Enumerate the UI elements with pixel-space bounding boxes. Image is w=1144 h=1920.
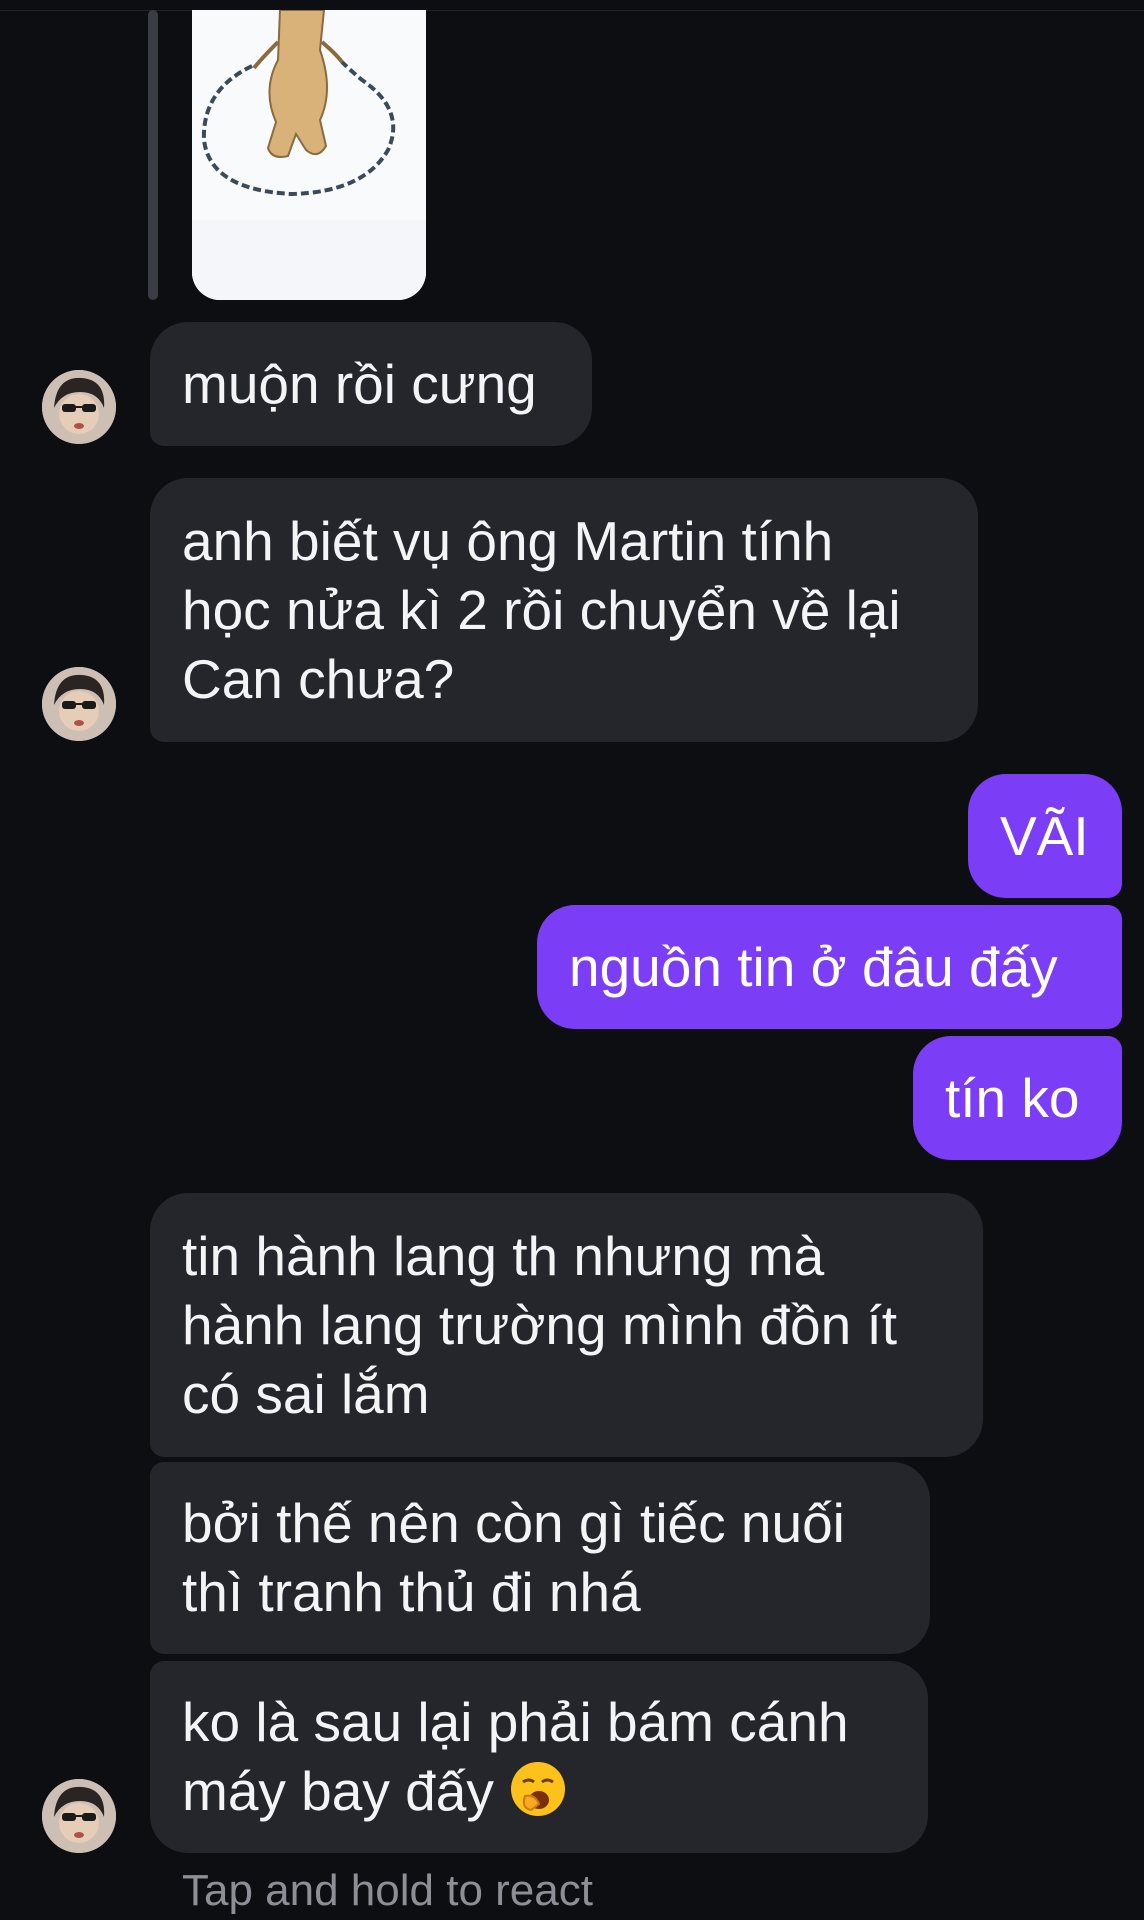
contact-avatar[interactable] bbox=[42, 1779, 116, 1853]
contact-avatar[interactable] bbox=[42, 667, 116, 741]
message-text: muộn rồi cưng bbox=[182, 352, 537, 415]
top-divider bbox=[0, 0, 1144, 11]
message-bubble-incoming[interactable]: bởi thế nên còn gì tiếc nuối thì tranh t… bbox=[150, 1462, 930, 1654]
message-bubble-incoming[interactable]: anh biết vụ ông Martin tính học nửa kì 2… bbox=[150, 478, 978, 742]
message-bubble-outgoing[interactable]: VÃI bbox=[968, 774, 1122, 898]
message-text-line: máy bay đấy bbox=[182, 1760, 494, 1822]
message-bubble-outgoing[interactable]: tín ko bbox=[913, 1036, 1122, 1160]
avatar-icon bbox=[42, 1779, 116, 1853]
contact-avatar[interactable] bbox=[42, 370, 116, 444]
message-text-line: bởi thế nên còn gì tiếc nuối bbox=[182, 1492, 845, 1554]
avatar-icon bbox=[42, 667, 116, 741]
message-text-line: có sai lắm bbox=[182, 1362, 430, 1425]
message-text: VÃI bbox=[1000, 804, 1089, 867]
message-text-line: học nửa kì 2 rồi chuyển về lại bbox=[182, 578, 901, 641]
yawning-face-emoji-icon bbox=[511, 1762, 566, 1816]
message-text-line: anh biết vụ ông Martin tính bbox=[182, 509, 834, 572]
message-text-line: ko là sau lại phải bám cánh bbox=[182, 1691, 849, 1753]
message-bubble-incoming[interactable]: muộn rồi cưng bbox=[150, 322, 592, 446]
message-bubble-incoming[interactable]: tin hành lang th nhưng mà hành lang trườ… bbox=[150, 1193, 983, 1457]
avatar-icon bbox=[42, 370, 116, 444]
message-text-line: Can chưa? bbox=[182, 647, 455, 710]
reply-indicator-line bbox=[148, 10, 158, 300]
message-bubble-incoming[interactable]: ko là sau lại phải bám cánh máy bay đấy bbox=[150, 1661, 928, 1853]
message-text-line: tin hành lang th nhưng mà bbox=[182, 1224, 825, 1287]
message-text: nguồn tin ở đâu đấy bbox=[569, 935, 1058, 998]
message-bubble-outgoing[interactable]: nguồn tin ở đâu đấy bbox=[537, 905, 1122, 1029]
message-text-line: thì tranh thủ đi nhá bbox=[182, 1561, 641, 1623]
message-text-line-with-emoji: máy bay đấy bbox=[182, 1757, 896, 1826]
tap-hold-react-hint: Tap and hold to react bbox=[182, 1866, 593, 1915]
message-text-line: hành lang trường mình đồn ít bbox=[182, 1293, 897, 1356]
message-text: tín ko bbox=[945, 1066, 1080, 1129]
jump-rope-illustration bbox=[192, 10, 426, 300]
shared-image[interactable] bbox=[192, 10, 426, 300]
